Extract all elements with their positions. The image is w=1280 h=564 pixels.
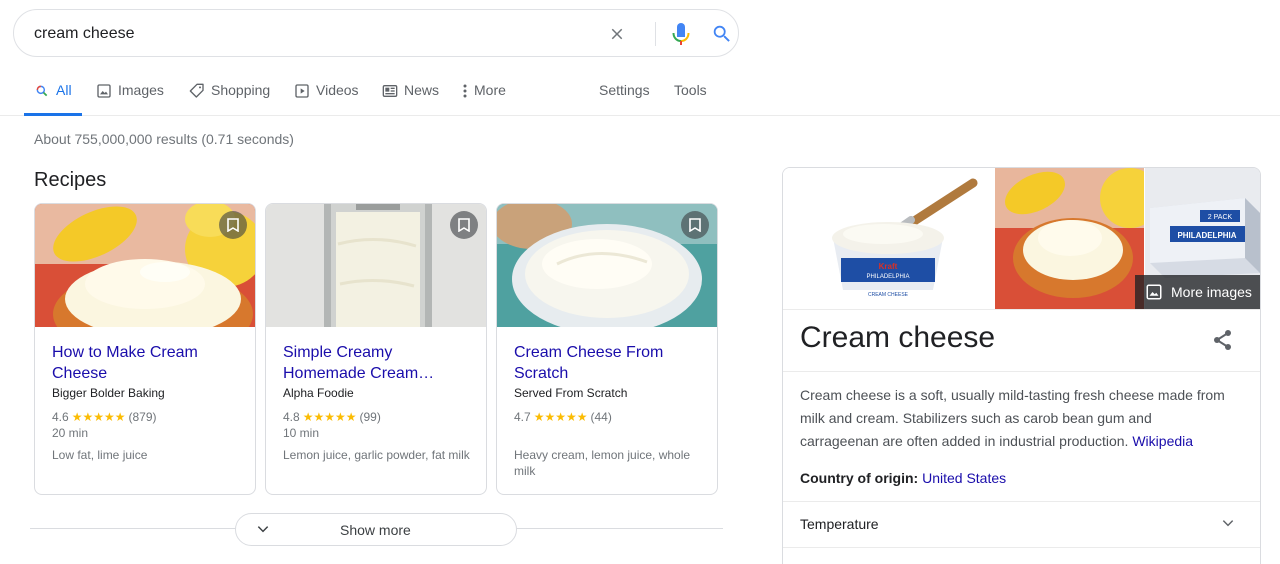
show-more-button[interactable]: Show more [235,513,517,546]
rating-value: 4.6 [52,410,69,424]
recipe-rating: 4.6 ★★★★★ (879) [52,410,157,424]
accordion-temperature[interactable]: Temperature [783,501,1260,547]
newspaper-icon [382,83,398,99]
more-images-label: More images [1171,284,1252,300]
recipe-time: 20 min [52,426,89,440]
recipe-rating: 4.7 ★★★★★ (44) [514,410,612,424]
pack-label-text: 2 PACK [1208,214,1233,221]
save-recipe-button[interactable] [681,211,709,239]
tag-icon [189,83,205,99]
search-tabs: All Images Shopping Videos News More Set… [0,72,1280,116]
rating-value: 4.7 [514,410,531,424]
recipe-title[interactable]: Cream Cheese From Scratch [514,342,704,384]
recipe-time: 10 min [283,426,320,440]
search-box[interactable] [13,9,739,57]
search-input[interactable] [34,23,574,45]
fact-value-link[interactable]: United States [922,470,1006,486]
tools-link[interactable]: Tools [674,82,707,98]
recipe-card[interactable]: Simple Creamy Homemade Cream… Alpha Food… [265,203,487,495]
recipe-source: Alpha Foodie [283,386,354,400]
show-more-label: Show more [340,522,411,538]
bookmark-icon [689,218,701,232]
review-count: (879) [128,410,157,424]
recipe-rating: 4.8 ★★★★★ (99) [283,410,381,424]
divider [783,371,1260,372]
tab-label: More [474,82,506,98]
knowledge-image[interactable]: Kraft PHILADELPHIA CREAM CHEESE [783,168,994,309]
search-icon [713,25,730,42]
tub-label-text: CREAM CHEESE [868,292,909,298]
settings-link[interactable]: Settings [599,82,650,98]
tab-all[interactable]: All [24,82,82,116]
bookmark-icon [458,218,470,232]
recipe-source: Bigger Bolder Baking [52,386,165,400]
review-count: (44) [590,410,612,424]
knowledge-image[interactable] [995,168,1144,309]
review-count: (99) [359,410,381,424]
knowledge-panel-description: Cream cheese is a soft, usually mild-tas… [800,384,1230,453]
tab-shopping[interactable]: Shopping [189,82,270,116]
tab-label: Images [118,82,164,98]
tab-images[interactable]: Images [96,82,164,116]
recipe-ingredients: Low fat, lime juice [52,448,148,462]
chevron-down-icon [1221,516,1235,535]
more-images-button[interactable]: More images [1135,275,1260,309]
divider [783,309,1260,310]
recipe-card[interactable]: Cream Cheese From Scratch Served From Sc… [496,203,718,495]
divider [783,547,1260,548]
recipe-ingredients: Lemon juice, garlic powder, fat milk [283,448,470,462]
more-vert-icon [461,83,469,99]
accordion-label: Temperature [800,516,879,532]
wikipedia-link[interactable]: Wikipedia [1132,433,1193,449]
share-icon [1214,330,1231,350]
result-stats: About 755,000,000 results (0.71 seconds) [34,131,294,147]
microphone-icon [672,23,690,45]
recipe-ingredients: Heavy cream, lemon juice, whole milk [514,448,691,478]
tab-label: All [56,82,72,98]
svg-text:Kraft: Kraft [879,262,898,271]
knowledge-panel: Kraft PHILADELPHIA CREAM CHEESE 2 PACK P… [782,167,1261,564]
chevron-down-icon [256,522,270,539]
tab-news[interactable]: News [382,82,439,116]
recipe-source: Served From Scratch [514,386,628,400]
recipe-title[interactable]: How to Make Cream Cheese [52,342,242,384]
tab-more[interactable]: More [461,82,506,116]
star-rating: ★★★★★ [533,410,588,424]
searchbox-divider [655,22,656,46]
close-icon [611,28,623,40]
recipes-heading: Recipes [34,169,107,191]
search-icon [34,83,50,99]
star-rating: ★★★★★ [71,410,126,424]
image-icon [1145,283,1163,301]
recipe-card[interactable]: How to Make Cream Cheese Bigger Bolder B… [34,203,256,495]
pack-brand-text: PHILADELPHIA [1177,231,1236,240]
search-button[interactable] [709,21,735,47]
tab-label: News [404,82,440,98]
star-rating: ★★★★★ [302,410,357,424]
fact-country-of-origin: Country of origin: United States [800,470,1006,486]
play-icon [294,83,310,99]
share-button[interactable] [1211,328,1235,352]
recipe-title[interactable]: Simple Creamy Homemade Cream… [283,342,473,384]
tab-videos[interactable]: Videos [294,82,359,116]
fact-label: Country of origin: [800,470,919,486]
clear-button[interactable] [604,21,630,47]
save-recipe-button[interactable] [450,211,478,239]
tab-label: Shopping [211,82,271,98]
bookmark-icon [227,218,239,232]
tab-label: Videos [316,82,359,98]
rating-value: 4.8 [283,410,300,424]
tub-brand-text: PHILADELPHIA [866,274,909,280]
voice-search-button[interactable] [668,21,694,47]
save-recipe-button[interactable] [219,211,247,239]
image-icon [96,83,112,99]
knowledge-panel-title: Cream cheese [800,321,996,354]
